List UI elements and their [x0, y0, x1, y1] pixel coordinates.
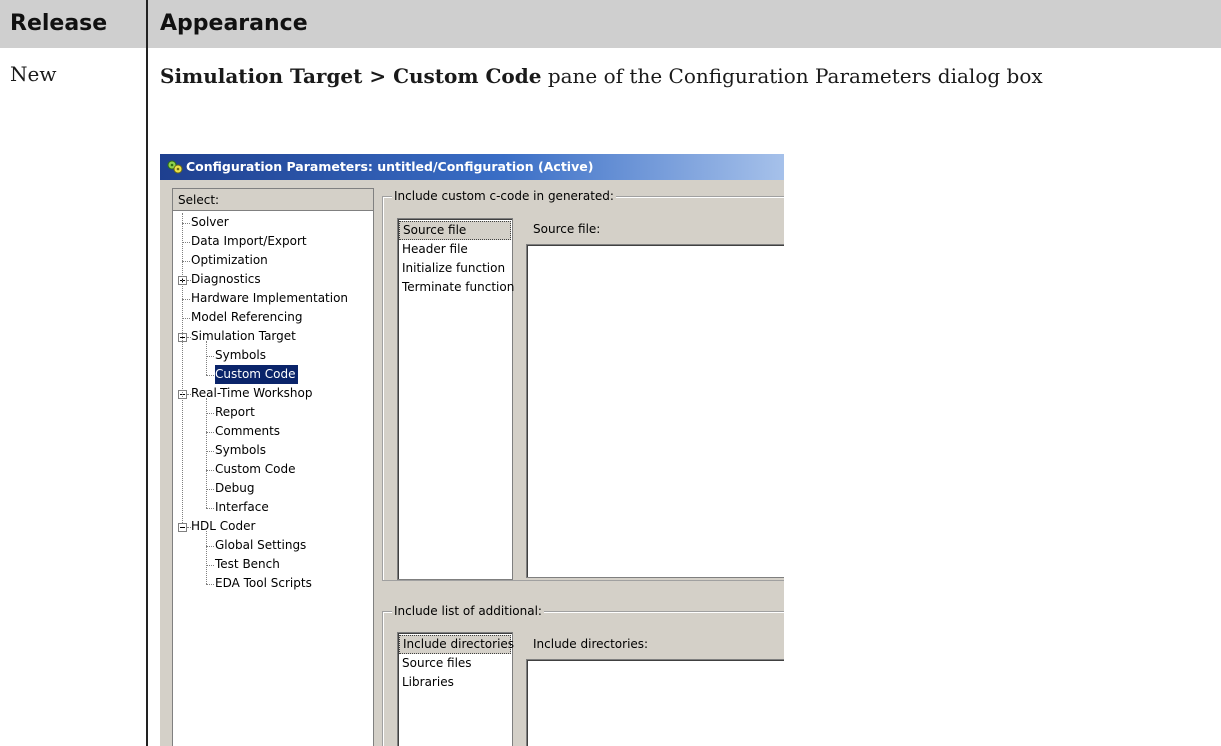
tree-connector: [206, 584, 214, 585]
tree-connector: [206, 375, 214, 376]
tree-item[interactable]: Real-Time Workshop: [191, 384, 312, 403]
description-text: pane of the Configuration Parameters dia…: [541, 64, 1043, 88]
collapse-minus-icon[interactable]: [178, 523, 187, 532]
tree-connector: [182, 261, 190, 262]
tree-connector: [182, 242, 190, 243]
appearance-description: Simulation Target > Custom Code pane of …: [160, 61, 1200, 91]
column-divider: [146, 0, 148, 746]
tree-connector: [182, 299, 190, 300]
tree-item[interactable]: Symbols: [215, 441, 266, 460]
tree-connector: [182, 223, 190, 224]
pane-path: Simulation Target > Custom Code: [160, 64, 542, 88]
header-release: Release: [10, 11, 108, 36]
tree-item[interactable]: Data Import/Export: [191, 232, 307, 251]
tree-branch-line: [206, 341, 207, 375]
list-item[interactable]: Header file: [402, 240, 468, 259]
tree-item[interactable]: Report: [215, 403, 255, 422]
tree-connector: [206, 470, 214, 471]
tree-item[interactable]: Solver: [191, 213, 229, 232]
include-directories-label: Include directories:: [533, 637, 649, 651]
tree-connector: [206, 451, 214, 452]
tree-connector: [206, 546, 214, 547]
list-item[interactable]: Source files: [402, 654, 472, 673]
list-item[interactable]: Initialize function: [402, 259, 505, 278]
dialog-title: Configuration Parameters: untitled/Confi…: [186, 159, 594, 174]
tree-item[interactable]: Interface: [215, 498, 269, 517]
tree-branch-line: [206, 531, 207, 584]
additional-group-label: Include list of additional:: [392, 604, 544, 618]
list-item[interactable]: Source file: [399, 221, 511, 240]
tree-connector: [206, 356, 214, 357]
tree-item[interactable]: Diagnostics: [191, 270, 261, 289]
tree-root-line: [182, 213, 183, 523]
tree-item[interactable]: EDA Tool Scripts: [215, 574, 312, 593]
tree-item[interactable]: Symbols: [215, 346, 266, 365]
tree-item[interactable]: Debug: [215, 479, 254, 498]
tree-connector: [206, 565, 214, 566]
tree-connector: [206, 508, 214, 509]
tree-item[interactable]: HDL Coder: [191, 517, 255, 536]
tree-item[interactable]: Model Referencing: [191, 308, 302, 327]
table-header-row: Release Appearance: [0, 0, 1221, 48]
tree-connector: [182, 318, 190, 319]
list-item[interactable]: Libraries: [402, 673, 454, 692]
tree-connector: [206, 489, 214, 490]
tree-item[interactable]: Hardware Implementation: [191, 289, 348, 308]
config-params-dialog-screenshot: Configuration Parameters: untitled/Confi…: [160, 154, 784, 746]
tree-connector: [206, 413, 214, 414]
tree-item[interactable]: Test Bench: [215, 555, 280, 574]
custom-code-list[interactable]: Source file Header file Initialize functio…: [397, 218, 514, 580]
select-label: Select:: [173, 189, 373, 211]
title-bar: Configuration Parameters: untitled/Confi…: [160, 154, 784, 180]
release-value: New: [10, 62, 57, 86]
source-file-label: Source file:: [533, 222, 601, 236]
tree-item[interactable]: Global Settings: [215, 536, 306, 555]
tree-item[interactable]: Custom Code: [215, 365, 298, 384]
include-directories-textarea[interactable]: [526, 659, 784, 746]
tree-connector: [206, 432, 214, 433]
source-file-textarea[interactable]: [526, 244, 784, 578]
tree-item[interactable]: Optimization: [191, 251, 268, 270]
select-tree-panel: Select: Solver Data Import/Export Optimiza…: [172, 188, 374, 746]
custom-code-group-label: Include custom c-code in generated:: [392, 189, 616, 203]
additional-list[interactable]: Include directories Source files Libraries: [397, 632, 514, 746]
list-item[interactable]: Terminate function: [402, 278, 514, 297]
tree-item[interactable]: Custom Code: [215, 460, 296, 479]
simulink-gears-icon: [167, 160, 183, 174]
header-appearance: Appearance: [160, 11, 308, 36]
release-table: Release Appearance New Simulation Target…: [0, 0, 1221, 746]
list-item[interactable]: Include directories: [399, 635, 514, 654]
tree-branch-line: [206, 398, 207, 508]
tree-item[interactable]: Comments: [215, 422, 280, 441]
